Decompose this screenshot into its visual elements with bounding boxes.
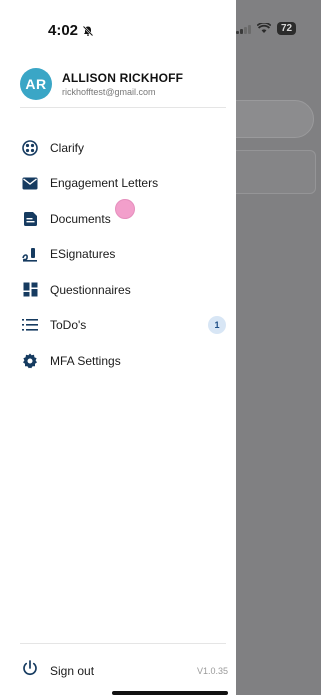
bell-muted-icon bbox=[82, 25, 94, 36]
user-profile[interactable]: AR ALLISON RICKHOFF rickhofftest@gmail.c… bbox=[20, 68, 183, 100]
menu-item-label: ToDo's bbox=[50, 318, 87, 333]
document-icon bbox=[22, 211, 38, 227]
sign-out-label: Sign out bbox=[50, 663, 95, 678]
menu-item-label: Clarify bbox=[50, 140, 85, 155]
menu-item-label: Questionnaires bbox=[50, 282, 131, 297]
signal-icon bbox=[236, 24, 251, 34]
menu-item-label: Documents bbox=[50, 211, 111, 226]
menu-item-engagement-letters[interactable]: Engagement Letters bbox=[22, 166, 228, 202]
footer-divider bbox=[20, 643, 226, 644]
navigation-drawer: 4:02 AR ALLISON RICKHOFF rickhofftest@gm… bbox=[0, 0, 236, 695]
drawer-menu: Clarify Engagement Letters Documents ESi… bbox=[22, 130, 228, 379]
status-time: 4:02 bbox=[48, 22, 79, 39]
grid-icon bbox=[22, 282, 38, 298]
sign-out-button[interactable]: Sign out V1.0.35 bbox=[22, 660, 228, 681]
profile-divider bbox=[20, 107, 226, 108]
profile-info: ALLISON RICKHOFF rickhofftest@gmail.com bbox=[62, 71, 183, 97]
menu-item-mfa-settings[interactable]: MFA Settings bbox=[22, 343, 228, 379]
clarify-icon bbox=[22, 139, 38, 156]
menu-item-label: MFA Settings bbox=[50, 353, 121, 368]
profile-email: rickhofftest@gmail.com bbox=[62, 87, 156, 97]
touch-indicator bbox=[115, 199, 135, 219]
app-version: V1.0.35 bbox=[196, 665, 228, 676]
menu-item-label: ESignatures bbox=[50, 247, 116, 262]
gear-icon bbox=[22, 353, 38, 369]
envelope-icon bbox=[22, 175, 38, 191]
todo-count-badge: 1 bbox=[208, 316, 226, 335]
list-icon bbox=[22, 317, 38, 333]
menu-item-todos[interactable]: ToDo's 1 bbox=[22, 308, 228, 344]
menu-item-questionnaires[interactable]: Questionnaires bbox=[22, 272, 228, 308]
status-bar: 4:02 bbox=[48, 22, 94, 39]
battery-icon: 72 bbox=[277, 22, 297, 35]
status-icons: 72 bbox=[236, 22, 297, 35]
wifi-icon bbox=[257, 23, 271, 33]
menu-item-label: Engagement Letters bbox=[50, 176, 159, 191]
profile-name: ALLISON RICKHOFF bbox=[62, 71, 184, 85]
power-icon bbox=[22, 660, 38, 681]
home-indicator[interactable] bbox=[112, 691, 228, 695]
menu-item-clarify[interactable]: Clarify bbox=[22, 130, 228, 166]
avatar: AR bbox=[20, 68, 52, 100]
menu-item-esignatures[interactable]: ESignatures bbox=[22, 237, 228, 273]
signature-icon bbox=[22, 246, 38, 262]
